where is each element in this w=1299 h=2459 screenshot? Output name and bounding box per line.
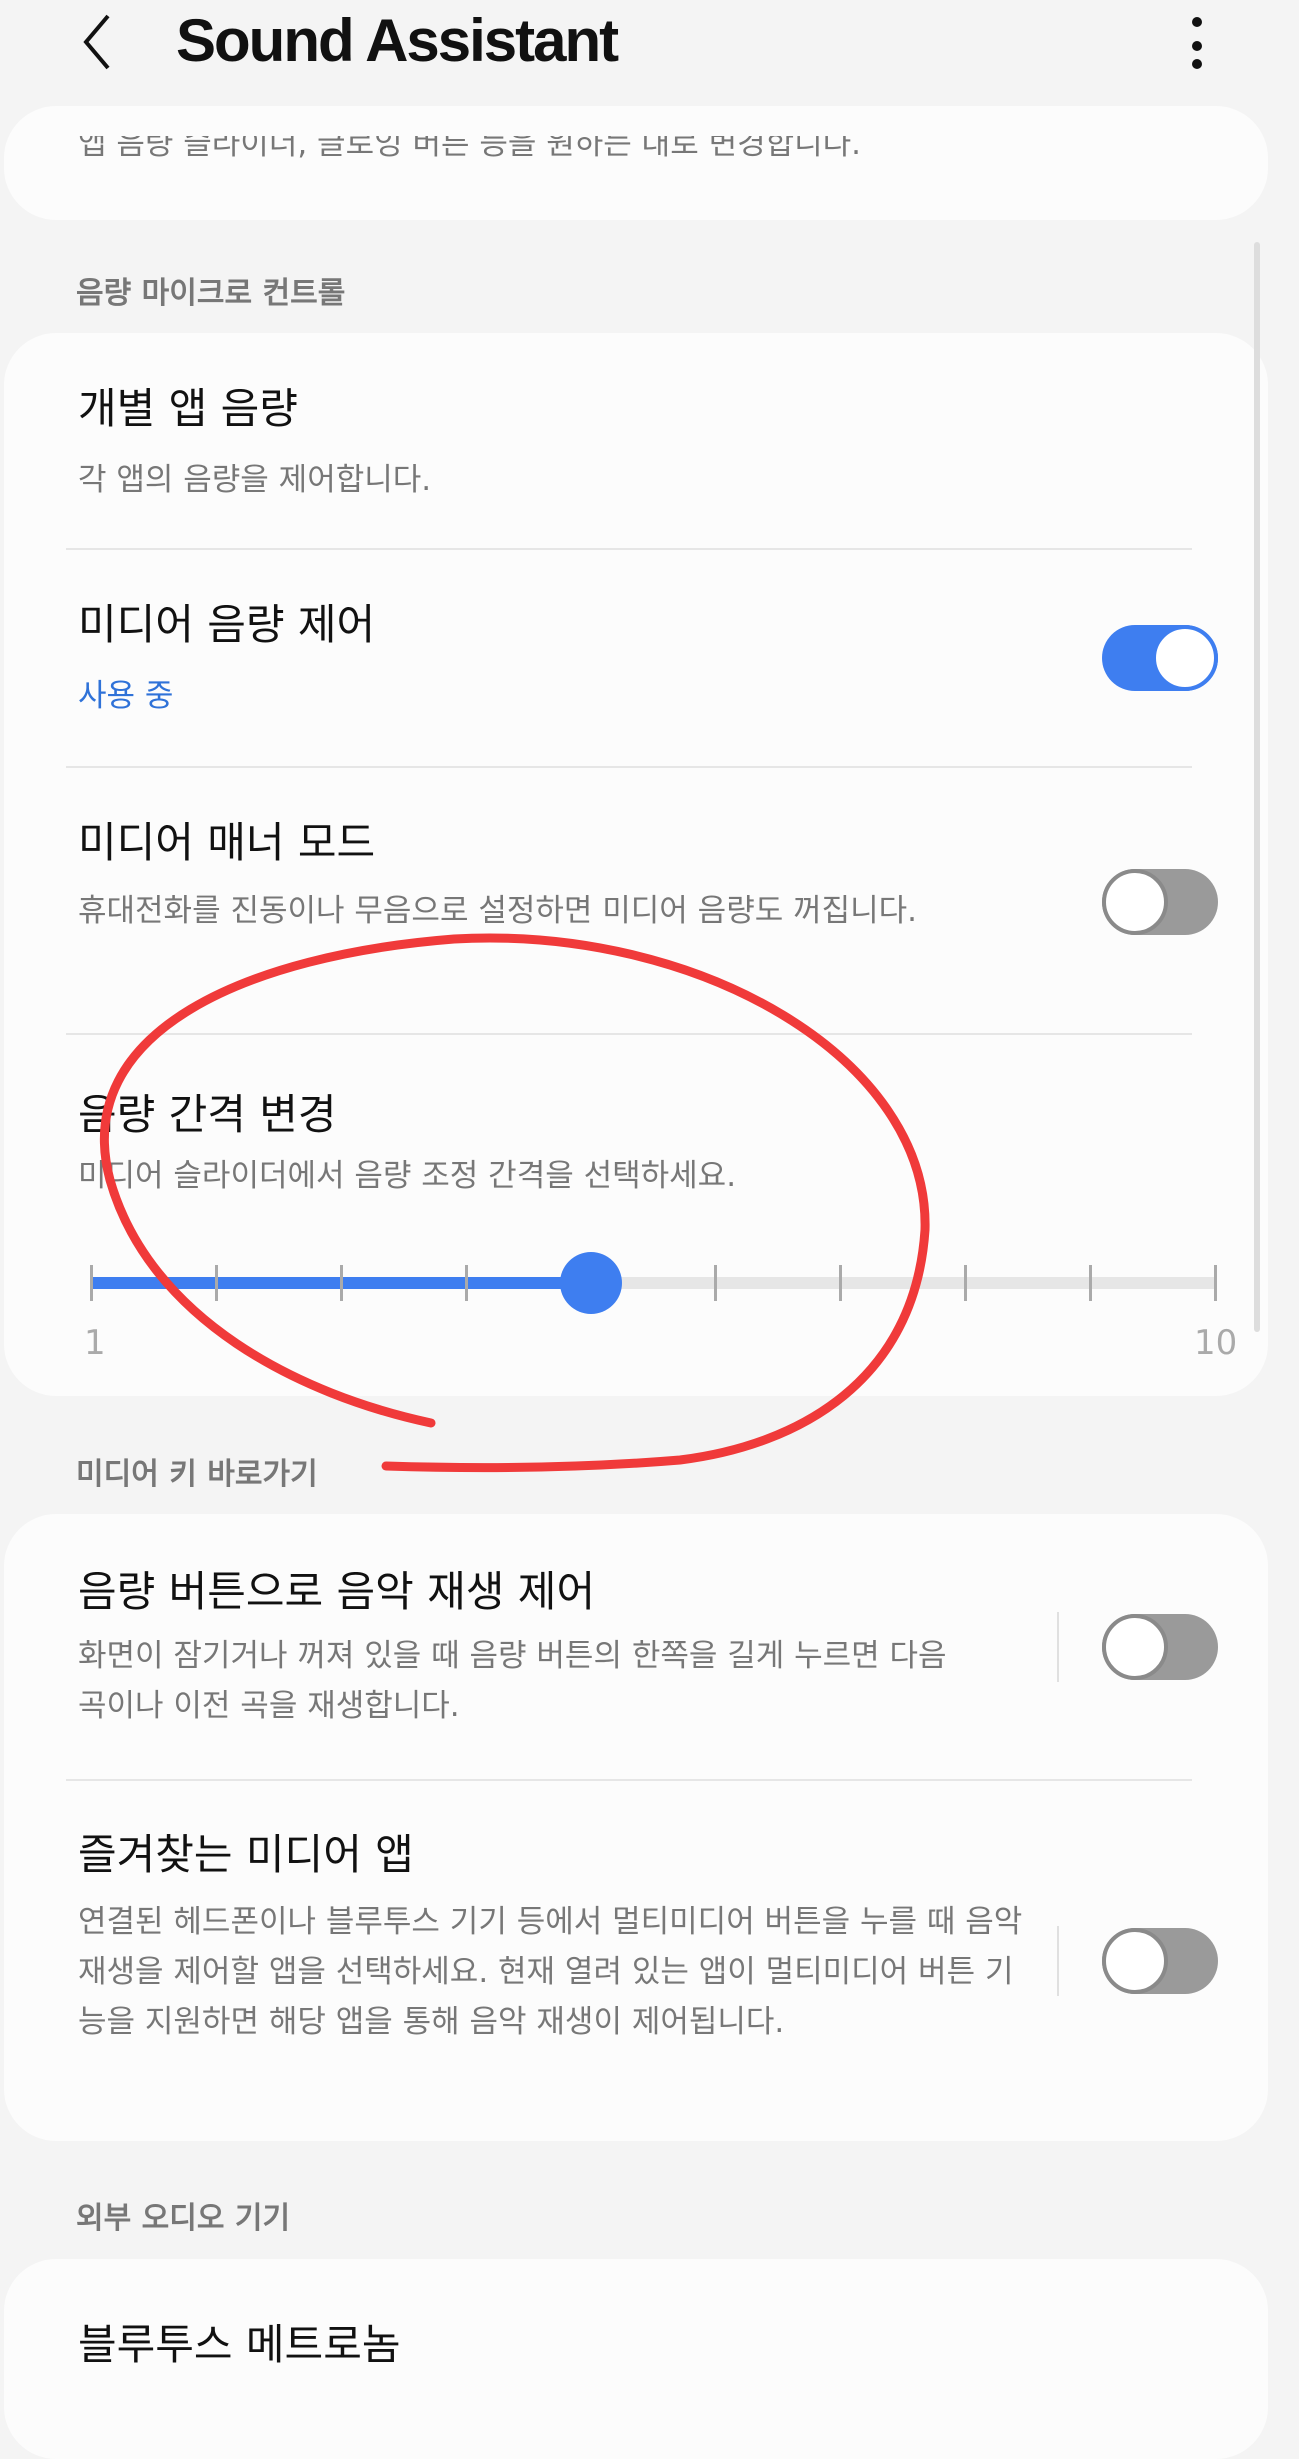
vertical-divider — [1057, 1926, 1059, 1996]
slider-tick — [714, 1265, 718, 1301]
slider-tick — [339, 1265, 343, 1301]
volume-step-slider[interactable] — [90, 1252, 1217, 1314]
more-vertical-icon[interactable] — [1180, 10, 1214, 70]
top-card: 앱 음량 슬라이더, 글로잉 버튼 등을 원하는 대로 변경합니다. — [4, 106, 1268, 220]
item-status: 사용 중 — [78, 678, 174, 714]
media-volume-toggle[interactable] — [1102, 625, 1218, 691]
slider-max-label: 10 — [1194, 1323, 1238, 1363]
slider-tick — [90, 1265, 93, 1301]
back-icon[interactable] — [78, 12, 118, 72]
section-header: 음량 마이크로 컨트롤 — [76, 276, 346, 311]
slider-tick — [1089, 1265, 1093, 1301]
divider — [66, 548, 1192, 550]
slider-tick — [464, 1265, 468, 1301]
section-header: 미디어 키 바로가기 — [76, 1457, 318, 1492]
top-card-text: 앱 음량 슬라이더, 글로잉 버튼 등을 원하는 대로 변경합니다. — [78, 126, 862, 162]
item-title: 음량 간격 변경 — [78, 1090, 337, 1139]
divider — [66, 1779, 1192, 1781]
slider-tick — [1214, 1265, 1217, 1301]
item-subtitle: 각 앱의 음량을 제어합니다. — [78, 462, 432, 498]
vertical-divider — [1057, 1612, 1059, 1682]
section-header: 외부 오디오 기기 — [76, 2201, 291, 2236]
item-title: 미디어 매너 모드 — [78, 818, 376, 867]
media-silent-toggle[interactable] — [1102, 869, 1218, 935]
item-subtitle: 미디어 슬라이더에서 음량 조정 간격을 선택하세요. — [78, 1158, 737, 1194]
divider — [66, 1033, 1192, 1035]
item-title: 블루투스 메트로놈 — [78, 2320, 401, 2369]
slider-tick — [964, 1265, 968, 1301]
divider — [66, 766, 1192, 768]
slider-min-label: 1 — [84, 1323, 106, 1363]
page-title: Sound Assistant — [176, 7, 619, 74]
item-subtitle: 화면이 잠기거나 꺼져 있을 때 음량 버튼의 한쪽을 길게 누르면 다음 곡이… — [78, 1638, 947, 1724]
scrollbar[interactable] — [1254, 242, 1260, 1332]
media-key-card: 음량 버튼으로 음악 재생 제어 화면이 잠기거나 꺼져 있을 때 음량 버튼의… — [4, 1514, 1268, 2141]
slider-tick — [839, 1265, 843, 1301]
item-title: 개별 앱 음량 — [78, 384, 298, 433]
volume-button-music-toggle[interactable] — [1102, 1614, 1218, 1680]
item-title: 음량 버튼으로 음악 재생 제어 — [78, 1567, 596, 1616]
favorite-media-app-toggle[interactable] — [1102, 1928, 1218, 1994]
external-audio-card: 블루투스 메트로놈 — [4, 2259, 1268, 2459]
item-title: 미디어 음량 제어 — [78, 600, 376, 649]
item-title: 즐겨찾는 미디어 앱 — [78, 1830, 414, 1879]
item-subtitle: 휴대전화를 진동이나 무음으로 설정하면 미디어 음량도 꺼집니다. — [78, 893, 918, 929]
item-subtitle: 연결된 헤드폰이나 블루투스 기기 등에서 멀티미디어 버튼을 누를 때 음악 … — [78, 1904, 1023, 2040]
slider-tick — [214, 1265, 218, 1301]
micro-control-card: 개별 앱 음량 각 앱의 음량을 제어합니다. 미디어 음량 제어 사용 중 미… — [4, 333, 1268, 1396]
slider-thumb[interactable] — [559, 1252, 622, 1314]
